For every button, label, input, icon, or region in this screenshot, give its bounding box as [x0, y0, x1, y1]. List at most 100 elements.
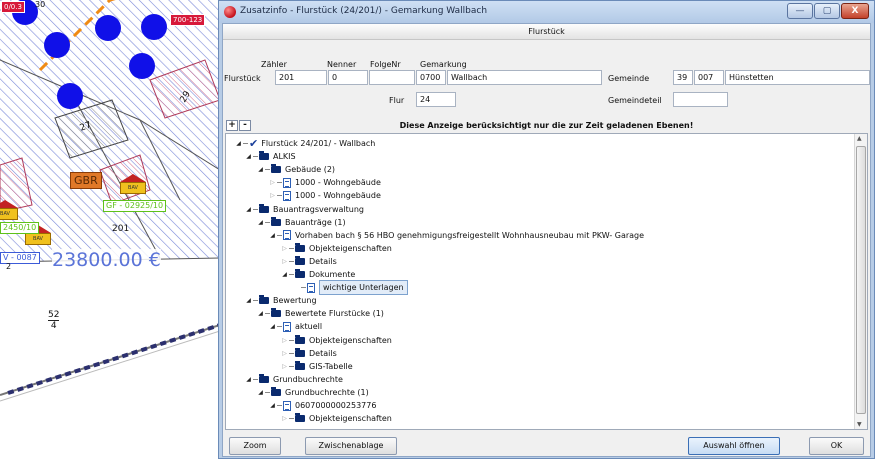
tree-node[interactable]: ◢ Bewertete Flurstücke (1) — [256, 307, 384, 320]
expand-arrow-icon[interactable]: ▷ — [280, 255, 289, 268]
expand-arrow-icon[interactable]: ▷ — [268, 189, 277, 202]
collapse-arrow-icon[interactable]: ◢ — [256, 386, 265, 399]
column-header-nenner: Nenner — [327, 60, 357, 69]
tree-node[interactable]: ◢ Dokumente — [280, 268, 355, 281]
map-number-label: 30 — [35, 0, 46, 9]
tree-node[interactable]: ◢ Bauanträge (1) — [256, 216, 346, 229]
collapse-arrow-icon[interactable]: ◢ — [268, 399, 277, 412]
section-header: Flurstück — [223, 24, 870, 40]
tree-node[interactable]: ◢ aktuell — [268, 320, 322, 333]
tree-node[interactable]: ◢ 0607000000253776 — [268, 399, 376, 412]
tree-node-label: ALKIS — [273, 152, 296, 162]
tree-node[interactable]: ▷ 1000 - Wohngebäude — [268, 189, 381, 202]
tree-node[interactable]: ▷ Details — [280, 255, 337, 268]
bav-label: BAV — [25, 233, 51, 245]
button-bar: Zoom Zwischenablage Auswahl öffnen OK — [223, 431, 870, 456]
collapse-arrow-icon[interactable]: ◢ — [244, 294, 253, 307]
expand-arrow-icon[interactable]: ▷ — [280, 242, 289, 255]
map-view[interactable]: 0/0.3 30 700-123 29 27 GBR BAV BAV BAV G… — [0, 0, 220, 459]
collapse-arrow-icon[interactable]: ◢ — [280, 268, 289, 281]
collapse-arrow-icon[interactable]: ◢ — [244, 373, 253, 386]
zoom-button[interactable]: Zoom — [229, 437, 281, 455]
maximize-button[interactable]: ▢ — [814, 3, 840, 19]
collapse-arrow-icon[interactable]: ◢ — [268, 229, 277, 242]
tree-node-label: 1000 - Wohngebäude — [295, 191, 381, 201]
vertical-scrollbar[interactable]: ▲ ▼ — [854, 134, 867, 429]
tree-node[interactable]: wichtige Unterlagen — [292, 280, 408, 296]
tree-connector — [289, 339, 294, 341]
tree-node[interactable]: ▷ Details — [280, 347, 337, 360]
scroll-down-icon[interactable]: ▼ — [857, 421, 862, 428]
collapse-arrow-icon[interactable]: ◢ — [244, 203, 253, 216]
tree-node[interactable]: ▷ Objekteigenschaften — [280, 334, 392, 347]
tree-node[interactable]: ◢ ALKIS — [244, 150, 296, 163]
tree-node-label: Objekteigenschaften — [309, 243, 392, 253]
map-price-label: 23800.00 € — [52, 249, 161, 271]
folgenr-field[interactable] — [369, 70, 415, 85]
collapse-arrow-icon[interactable]: ◢ — [234, 137, 243, 150]
flur-field[interactable]: 24 — [416, 92, 456, 107]
scrollbar-thumb[interactable] — [856, 146, 866, 414]
tree-node-label: Bewertete Flurstücke (1) — [285, 309, 384, 319]
tree-connector — [253, 378, 258, 380]
tree-connector — [253, 156, 258, 158]
collapse-arrow-icon[interactable]: ◢ — [268, 320, 277, 333]
expand-all-button[interactable]: + — [226, 120, 238, 131]
expand-arrow-icon[interactable]: ▷ — [280, 347, 289, 360]
tree-node[interactable]: ▷ Objekteigenschaften — [280, 242, 392, 255]
tree-node[interactable]: ◢ Gebäude (2) — [256, 163, 335, 176]
gemeinde-name-field[interactable]: Hünstetten — [725, 70, 870, 85]
expand-arrow-icon[interactable]: ▷ — [280, 360, 289, 373]
tree-node[interactable]: ◢ Bewertung — [244, 294, 317, 307]
tree-connector — [289, 418, 294, 420]
scroll-up-icon[interactable]: ▲ — [857, 135, 862, 142]
folder-icon — [295, 413, 305, 423]
folder-icon — [259, 373, 269, 383]
folder-icon — [295, 360, 305, 370]
tree-connector — [289, 274, 294, 275]
ok-button[interactable]: OK — [809, 437, 864, 455]
tree-connector — [265, 391, 270, 393]
gemarkung-number-field[interactable]: 0700 — [416, 70, 446, 85]
auswahl-oeffnen-button[interactable]: Auswahl öffnen — [688, 437, 780, 455]
tree-node[interactable]: ◢ Grundbuchrechte — [244, 373, 343, 386]
folder-icon — [295, 347, 305, 357]
map-gbr-label: GBR — [70, 172, 102, 189]
minimize-button[interactable]: — — [787, 3, 813, 19]
expand-arrow-icon[interactable]: ▷ — [280, 412, 289, 425]
collapse-arrow-icon[interactable]: ◢ — [256, 163, 265, 176]
column-header-gemarkung: Gemarkung — [420, 60, 467, 69]
check-icon: ✔ — [249, 136, 259, 150]
expand-arrow-icon[interactable]: ▷ — [280, 334, 289, 347]
tree-node-label: Bewertung — [273, 296, 317, 306]
tree-node[interactable]: ◢ Grundbuchrechte (1) — [256, 386, 369, 399]
bav-building-icon[interactable]: BAV — [0, 200, 18, 220]
gemeindeteil-field[interactable] — [673, 92, 728, 107]
tree-node[interactable]: ◢ Vorhaben bach § 56 HBO genehmigungsfrei… — [268, 229, 644, 242]
tree-connector — [277, 195, 282, 197]
nenner-field[interactable]: 0 — [328, 70, 368, 85]
tree-node[interactable]: ◢ ✔ Flurstück 24/201/ - Wallbach — [234, 137, 375, 150]
zaehler-field[interactable]: 201 — [275, 70, 327, 85]
bav-building-icon[interactable]: BAV — [120, 174, 146, 194]
map-parcel-number: 201 — [112, 224, 130, 234]
title-bar[interactable]: Zusatzinfo - Flurstück (24/201/) - Gemar… — [219, 1, 874, 23]
fraction-numerator: 52 — [48, 310, 60, 321]
tree-node[interactable]: ▷ GIS-Tabelle — [280, 360, 353, 373]
close-button[interactable]: X — [841, 3, 869, 19]
tree-connector — [277, 234, 282, 236]
tree-node[interactable]: ◢ Bauantragsverwaltung — [244, 203, 364, 216]
collapse-all-button[interactable]: - — [239, 120, 251, 131]
collapse-arrow-icon[interactable]: ◢ — [256, 307, 265, 320]
collapse-arrow-icon[interactable]: ◢ — [256, 216, 265, 229]
gemeinde-field-b[interactable]: 007 — [694, 70, 724, 85]
collapse-arrow-icon[interactable]: ◢ — [244, 150, 253, 163]
info-tree[interactable]: ◢ ✔ Flurstück 24/201/ - Wallbach ◢ ALKIS ◢ Geb… — [225, 133, 868, 430]
tree-connector — [253, 300, 258, 302]
tree-node[interactable]: ▷ 1000 - Wohngebäude — [268, 176, 381, 189]
tree-node[interactable]: ▷ Objekteigenschaften — [280, 412, 392, 425]
expand-arrow-icon[interactable]: ▷ — [268, 176, 277, 189]
gemeinde-field-a[interactable]: 39 — [673, 70, 693, 85]
zwischenablage-button[interactable]: Zwischenablage — [305, 437, 397, 455]
gemarkung-name-field[interactable]: Wallbach — [447, 70, 602, 85]
